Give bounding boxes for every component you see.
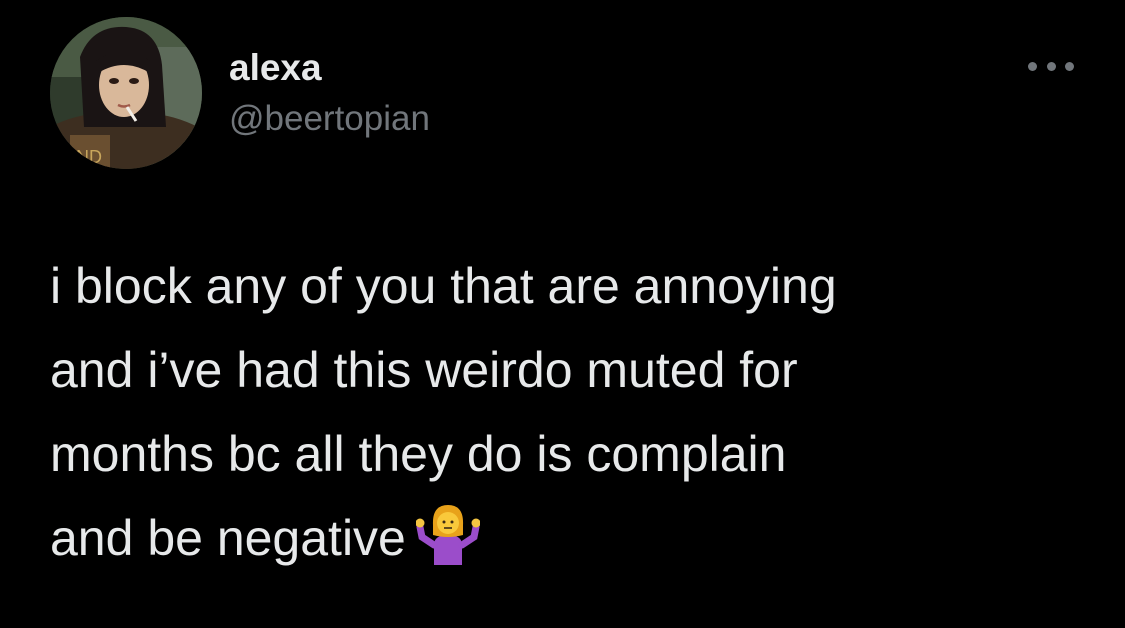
tweet-text-line: i block any of you that are annoying — [50, 258, 837, 314]
more-dot — [1028, 61, 1037, 71]
svg-text:ND: ND — [76, 147, 102, 167]
more-options-icon[interactable] — [1028, 56, 1074, 76]
tweet-text-line: months bc all they do is complain — [50, 426, 787, 482]
more-dot — [1046, 61, 1056, 71]
display-name[interactable]: alexa — [229, 44, 322, 92]
avatar[interactable]: ND — [50, 17, 202, 169]
tweet-text-line: and i’ve had this weirdo muted for — [50, 342, 798, 398]
tweet-text-line-last: and be negative — [50, 496, 1090, 580]
tweet-text-line: and be negative — [50, 510, 406, 566]
more-dot — [1065, 61, 1074, 71]
tweet-text: i block any of you that are annoying and… — [50, 244, 1090, 580]
tweet-card: ND alexa @beertopian i block any of you … — [0, 0, 1125, 628]
person-shrugging-emoji-icon — [415, 501, 480, 565]
user-handle[interactable]: @beertopian — [229, 96, 430, 142]
